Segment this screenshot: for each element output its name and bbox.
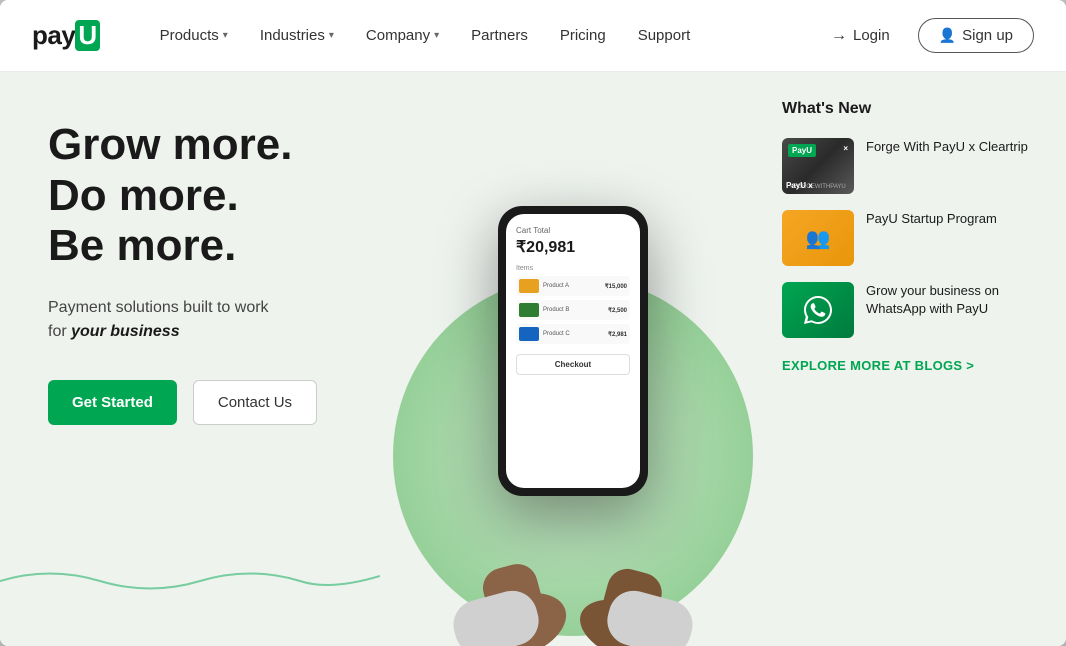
logo-u: U	[75, 20, 99, 51]
nav-item-industries[interactable]: Industries ▾	[248, 19, 346, 52]
get-started-button[interactable]: Get Started	[48, 380, 177, 425]
navbar: payU Products ▾ Industries ▾ Company ▾ P…	[0, 0, 1066, 72]
nav-item-support[interactable]: Support	[626, 19, 703, 52]
browser-window: payU Products ▾ Industries ▾ Company ▾ P…	[0, 0, 1066, 646]
nav-links: Products ▾ Industries ▾ Company ▾ Partne…	[148, 19, 815, 52]
logo[interactable]: payU	[32, 20, 100, 51]
hero-subtext: Payment solutions built to work for your…	[48, 296, 340, 344]
contact-us-button[interactable]: Contact Us	[193, 380, 317, 425]
explore-blogs-link[interactable]: EXPLORE MORE AT BLOGS >	[782, 358, 1042, 373]
cta-buttons: Get Started Contact Us	[48, 380, 340, 425]
phone-item-2: Product B ₹2,500	[516, 300, 630, 320]
left-section: Grow more. Do more. Be more. Payment sol…	[0, 72, 380, 646]
items-label: Items	[516, 265, 630, 272]
login-button[interactable]: → Login	[815, 19, 906, 53]
phone-item-1: Product A ₹15,000	[516, 276, 630, 296]
news-text-1: Forge With PayU x Cleartrip	[866, 138, 1028, 156]
chevron-down-icon: ▾	[223, 30, 228, 41]
hands-svg	[413, 466, 733, 646]
login-icon: →	[831, 27, 847, 45]
news-thumb-2: 👥	[782, 210, 854, 266]
news-thumb-1: PayU × #FORGEWITHPAYU	[782, 138, 854, 194]
news-text-2: PayU Startup Program	[866, 210, 997, 228]
whats-new-title: What's New	[782, 100, 1042, 118]
phone-mockup: Cart Total ₹20,981 Items Product A ₹15,0…	[498, 206, 648, 496]
center-section: Cart Total ₹20,981 Items Product A ₹15,0…	[380, 72, 766, 646]
nav-actions: → Login 👤 Sign up	[815, 18, 1034, 53]
news-item-1[interactable]: PayU × #FORGEWITHPAYU Forge With PayU x …	[782, 138, 1042, 194]
news-thumb-3	[782, 282, 854, 338]
signup-button[interactable]: 👤 Sign up	[918, 18, 1034, 53]
hero-headline: Grow more. Do more. Be more.	[48, 120, 340, 272]
whatsapp-icon	[802, 294, 834, 326]
checkout-button[interactable]: Checkout	[516, 354, 630, 375]
nav-item-company[interactable]: Company ▾	[354, 19, 451, 52]
chevron-down-icon: ▾	[329, 30, 334, 41]
cart-amount: ₹20,981	[516, 237, 630, 257]
wave-decoration	[0, 556, 380, 596]
nav-item-pricing[interactable]: Pricing	[548, 19, 618, 52]
person-icon: 👤	[939, 27, 956, 44]
nav-item-partners[interactable]: Partners	[459, 19, 540, 52]
right-section: What's New PayU × #FORGEWITHPAYU Forge W…	[766, 72, 1066, 646]
chevron-down-icon: ▾	[434, 30, 439, 41]
nav-item-products[interactable]: Products ▾	[148, 19, 240, 52]
phone-item-3: Product C ₹2,981	[516, 324, 630, 344]
news-item-3[interactable]: Grow your business on WhatsApp with PayU	[782, 282, 1042, 338]
news-text-3: Grow your business on WhatsApp with PayU	[866, 282, 1042, 318]
logo-pay: pay	[32, 20, 75, 50]
cart-total-label: Cart Total	[516, 226, 630, 235]
news-item-2[interactable]: 👥 PayU Startup Program	[782, 210, 1042, 266]
main-content: Grow more. Do more. Be more. Payment sol…	[0, 72, 1066, 646]
